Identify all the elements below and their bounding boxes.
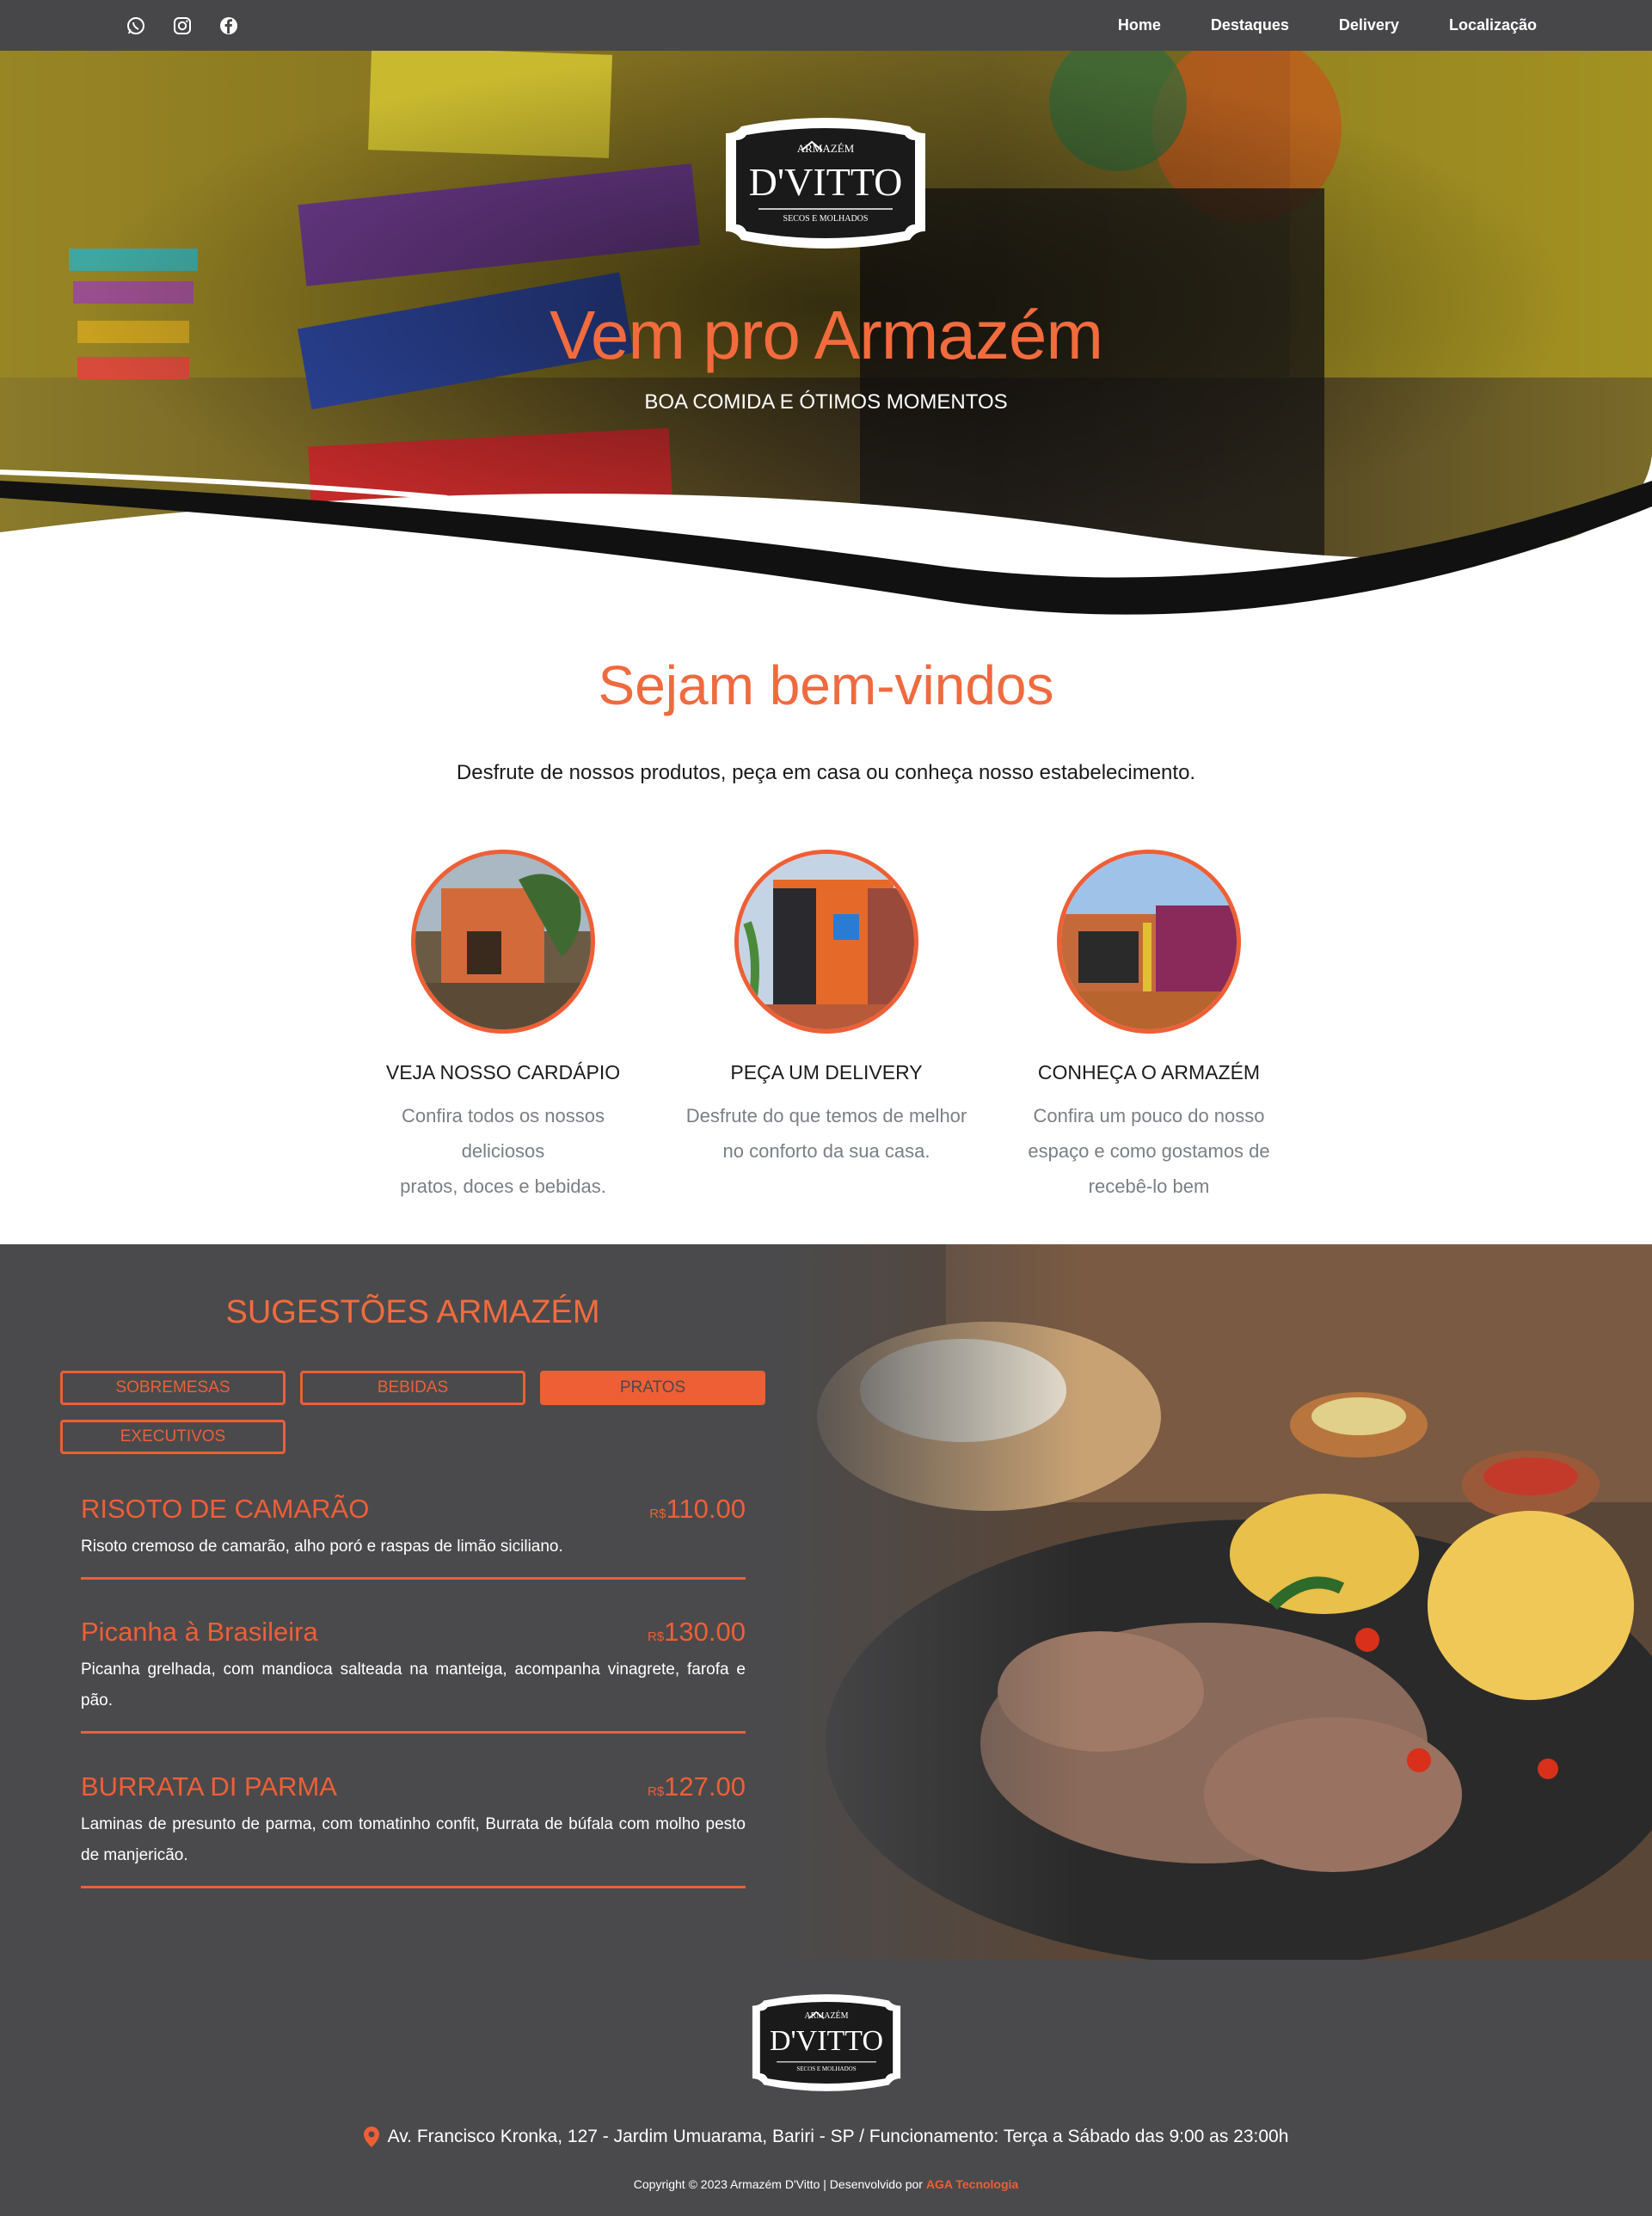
feature-image-armazem[interactable] <box>1057 850 1241 1034</box>
footer-logo-tagline: SECOS E MOLHADOS <box>796 2066 857 2072</box>
menu-item-name: Picanha à Brasileira <box>81 1617 318 1647</box>
nav-delivery[interactable]: Delivery <box>1339 16 1399 34</box>
feature-delivery[interactable]: PEÇA UM DELIVERY Desfrute do que temos d… <box>685 850 968 1169</box>
address-text: Av. Francisco Kronka, 127 - Jardim Umuar… <box>387 2127 1289 2146</box>
suggestions-section: SUGESTÕES ARMAZÉM SOBREMESAS BEBIDAS PRA… <box>0 1244 1652 1960</box>
feature-image-cardapio[interactable] <box>411 850 595 1034</box>
footer-logo-top-text: ARMAZÉM <box>804 2011 849 2021</box>
logo-name: D'VITTO <box>748 160 903 204</box>
social-links <box>122 12 243 40</box>
nav-destaques[interactable]: Destaques <box>1211 16 1289 34</box>
menu-item-description: Laminas de presunto de parma, com tomati… <box>81 1815 746 1864</box>
whatsapp-icon[interactable] <box>122 12 150 40</box>
menu-item-price: R$130.00 <box>647 1617 746 1647</box>
menu-item: BURRATA DI PARMA R$127.00 Laminas de pre… <box>81 1771 746 1888</box>
feature-text: Confira um pouco do nosso espaço e como g… <box>1028 1105 1270 1197</box>
tab-executivos[interactable]: EXECUTIVOS <box>60 1420 286 1454</box>
logo-tagline: SECOS E MOLHADOS <box>783 214 869 224</box>
instagram-icon[interactable] <box>169 12 196 40</box>
main-nav: Home Destaques Delivery Localização <box>1118 0 1537 51</box>
feature-text: Confira todos os nossos deliciosos pratos… <box>400 1105 606 1197</box>
nav-home[interactable]: Home <box>1118 16 1161 34</box>
menu-item-description: Picanha grelhada, com mandioca salteada … <box>81 1660 746 1710</box>
hero-title: Vem pro Armazém <box>549 297 1103 373</box>
menu-item: Picanha à Brasileira R$130.00 Picanha gr… <box>81 1617 746 1734</box>
hero-subtitle: BOA COMIDA E ÓTIMOS MOMENTOS <box>644 390 1008 414</box>
menu-item: RISOTO DE CAMARÃO R$110.00 Risoto cremos… <box>81 1494 746 1580</box>
footer-address: Av. Francisco Kronka, 127 - Jardim Umuar… <box>0 2127 1652 2147</box>
hero-logo: ARMAZÉM D'VITTO SECOS E MOLHADOS <box>715 111 936 255</box>
suggestions-title: SUGESTÕES ARMAZÉM <box>225 1294 600 1330</box>
feature-armazem[interactable]: CONHEÇA O ARMAZÉM Confira um pouco do no… <box>1007 850 1291 1204</box>
feature-title: CONHEÇA O ARMAZÉM <box>1037 1061 1261 1083</box>
feature-title: PEÇA UM DELIVERY <box>730 1061 923 1083</box>
menu-item-description: Risoto cremoso de camarão, alho poró e r… <box>81 1538 563 1556</box>
tab-pratos[interactable]: PRATOS <box>540 1371 765 1405</box>
copyright: Copyright © 2023 Armazém D'Vitto | Desen… <box>0 2177 1652 2191</box>
footer: ARMAZÉM D'VITTO SECOS E MOLHADOS Av. Fra… <box>0 1960 1652 2216</box>
menu-item-name: RISOTO DE CAMARÃO <box>81 1494 370 1524</box>
menu-item-name: BURRATA DI PARMA <box>81 1771 337 1802</box>
feature-image-delivery[interactable] <box>734 850 918 1034</box>
tab-sobremesas[interactable]: SOBREMESAS <box>60 1371 286 1405</box>
location-pin-icon <box>363 2127 379 2147</box>
menu-item-price: R$127.00 <box>647 1771 746 1802</box>
facebook-icon[interactable] <box>215 12 243 40</box>
nav-localizacao[interactable]: Localização <box>1449 16 1537 34</box>
welcome-subtitle: Desfrute de nossos produtos, peça em cas… <box>456 761 1196 784</box>
food-image <box>774 1244 1652 1960</box>
feature-title: VEJA NOSSO CARDÁPIO <box>385 1061 621 1083</box>
menu-item-price: R$110.00 <box>649 1494 746 1524</box>
feature-text: Desfrute do que temos de melhor no confor… <box>685 1105 967 1162</box>
copyright-text: Copyright © 2023 Armazém D'Vitto | Desen… <box>633 2177 923 2191</box>
footer-logo: ARMAZÉM D'VITTO SECOS E MOLHADOS <box>745 1989 908 2096</box>
logo-top-text: ARMAZÉM <box>796 142 855 155</box>
hero-banner: ARMAZÉM D'VITTO SECOS E MOLHADOS Vem pro… <box>0 51 1652 615</box>
developer-link[interactable]: AGA Tecnologia <box>926 2177 1018 2191</box>
tab-bebidas[interactable]: BEBIDAS <box>300 1371 525 1405</box>
top-navbar: Home Destaques Delivery Localização <box>0 0 1652 51</box>
welcome-title: Sejam bem-vindos <box>598 654 1054 716</box>
footer-logo-name: D'VITTO <box>769 2025 884 2057</box>
feature-cardapio[interactable]: VEJA NOSSO CARDÁPIO Confira todos os nos… <box>361 850 645 1204</box>
